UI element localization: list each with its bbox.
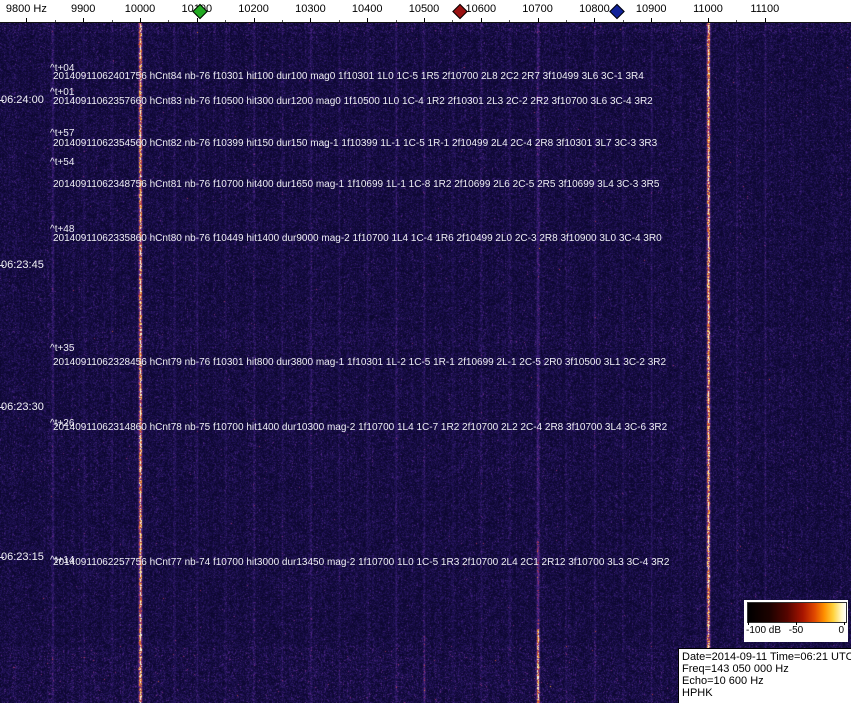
db-scale-label: 0 (838, 626, 844, 636)
detection-record: 20140911062357660 hCnt83 nb-76 f10500 hi… (53, 97, 653, 107)
time-label: 06:23:45 (1, 259, 44, 271)
freq-label: 11100 (750, 3, 779, 15)
db-color-scale: -100 dB -50 0 (744, 600, 848, 642)
freq-minor-tick (736, 20, 737, 22)
freq-minor-tick (339, 20, 340, 22)
marker-blue-diamond-icon[interactable] (609, 4, 625, 20)
db-scale-tick (796, 622, 797, 625)
freq-tick (83, 18, 84, 22)
db-scale-label: -50 (789, 626, 803, 636)
meteor-spectrogram-app: 9800 Hz990010000101001020010300104001050… (0, 0, 851, 703)
freq-minor-tick (112, 20, 113, 22)
freq-tick (651, 18, 652, 22)
detection-record: 20140911062354560 hCnt82 nb-76 f10399 hi… (53, 139, 657, 149)
freq-minor-tick (509, 20, 510, 22)
freq-label: 10000 (125, 3, 156, 15)
freq-tick (708, 18, 709, 22)
freq-label: 10400 (352, 3, 383, 15)
freq-minor-tick (55, 20, 56, 22)
info-line: HPHK (682, 687, 851, 699)
spectrogram-area: 06:24:00 06:23:45 06:23:30 06:23:15 ^t+04 20… (0, 22, 851, 703)
freq-tick (254, 18, 255, 22)
time-label: 06:24:00 (1, 94, 44, 106)
time-tick (0, 407, 4, 408)
freq-tick (310, 18, 311, 22)
freq-tick (197, 18, 198, 22)
freq-minor-tick (680, 20, 681, 22)
color-gradient-bar (747, 602, 847, 623)
freq-minor-tick (396, 20, 397, 22)
time-tick (0, 265, 4, 266)
freq-label: 10500 (409, 3, 440, 15)
freq-tick (424, 18, 425, 22)
freq-label: 9900 (71, 3, 95, 15)
detection-record: 20140911062314860 hCnt78 nb-75 f10700 hi… (53, 423, 667, 433)
freq-minor-tick (168, 20, 169, 22)
info-line: Freq=143 050 000 Hz (682, 663, 851, 675)
info-line: Date=2014-09-11 Time=06:21 UTC (682, 651, 851, 663)
time-tick (0, 100, 4, 101)
freq-label: 10200 (238, 3, 269, 15)
freq-tick (140, 18, 141, 22)
freq-tick (594, 18, 595, 22)
freq-minor-tick (623, 20, 624, 22)
info-line: Echo=10 600 Hz (682, 675, 851, 687)
db-scale-tick (748, 622, 749, 625)
freq-tick (765, 18, 766, 22)
detection-record: 20140911062348756 hCnt81 nb-76 f10700 hi… (53, 180, 659, 190)
freq-minor-tick (452, 20, 453, 22)
freq-minor-tick (566, 20, 567, 22)
detection-record: 20140911062335860 hCnt80 nb-76 f10449 hi… (53, 234, 662, 244)
freq-label: 11000 (693, 3, 723, 15)
time-tick (0, 557, 4, 558)
db-scale-tick (844, 622, 845, 625)
detection-record: 20140911062257756 hCnt77 nb-74 f10700 hi… (53, 558, 669, 568)
detection-time-offset: ^t+54 (50, 158, 74, 168)
time-label: 06:23:30 (1, 401, 44, 413)
freq-label: 10300 (295, 3, 326, 15)
freq-label: 9800 Hz (6, 3, 47, 15)
freq-tick (26, 18, 27, 22)
detection-record: 20140911062328456 hCnt79 nb-76 f10301 hi… (53, 358, 666, 368)
db-scale-label: -100 dB (746, 626, 781, 636)
station-info-box: Date=2014-09-11 Time=06:21 UTC Freq=143 0… (678, 648, 851, 703)
frequency-ruler: 9800 Hz990010000101001020010300104001050… (0, 0, 851, 23)
freq-label: 10800 (579, 3, 610, 15)
freq-tick (538, 18, 539, 22)
freq-tick (367, 18, 368, 22)
freq-label: 10900 (636, 3, 667, 15)
detection-record: 20140911062401756 hCnt84 nb-76 f10301 hi… (53, 72, 644, 82)
detection-time-offset: ^t+35 (50, 344, 74, 354)
freq-label: 10600 (466, 3, 497, 15)
time-label: 06:23:15 (1, 551, 44, 563)
freq-tick (481, 18, 482, 22)
freq-label: 10700 (522, 3, 553, 15)
freq-minor-tick (282, 20, 283, 22)
freq-minor-tick (225, 20, 226, 22)
